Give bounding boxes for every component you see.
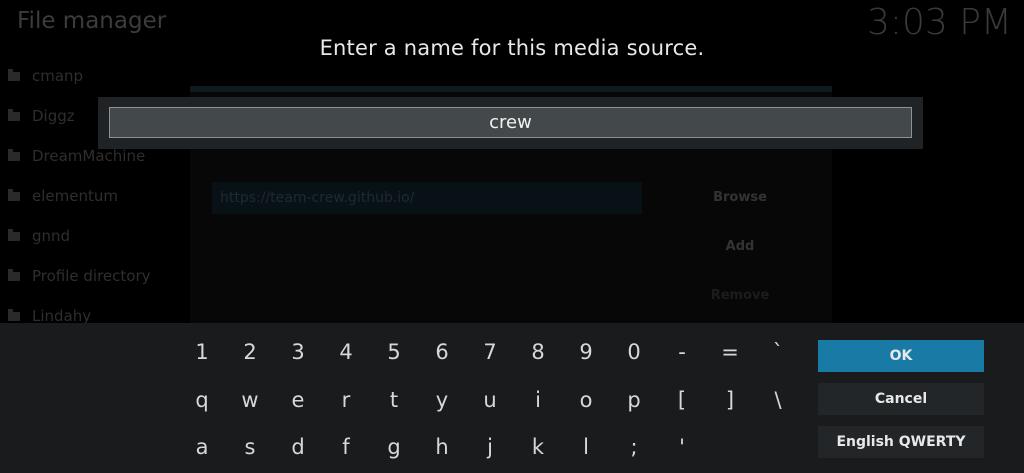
sidebar-item-label: Diggz — [32, 107, 75, 125]
key[interactable]: [ — [658, 376, 706, 424]
key[interactable]: e — [274, 376, 322, 424]
source-name-input[interactable]: crew — [109, 107, 912, 138]
key[interactable]: ` — [754, 328, 802, 376]
ok-button[interactable]: OK — [818, 340, 984, 372]
cancel-button[interactable]: Cancel — [818, 383, 984, 415]
key[interactable]: ] — [706, 376, 754, 424]
name-input-panel: crew — [98, 97, 923, 149]
key[interactable]: 4 — [322, 328, 370, 376]
sidebar-item-label: DreamMachine — [32, 147, 146, 165]
key[interactable]: a — [178, 423, 226, 471]
key[interactable]: ; — [610, 423, 658, 471]
sidebar-item[interactable]: elementum — [8, 176, 188, 216]
key[interactable]: 5 — [370, 328, 418, 376]
key-row-numbers: 1 2 3 4 5 6 7 8 9 0 - = ` — [178, 328, 802, 376]
folder-icon — [8, 308, 20, 321]
key[interactable]: 6 — [418, 328, 466, 376]
key[interactable]: o — [562, 376, 610, 424]
key[interactable]: 1 — [178, 328, 226, 376]
key[interactable]: 0 — [610, 328, 658, 376]
key[interactable]: \ — [754, 376, 802, 424]
browse-button[interactable]: Browse — [695, 190, 785, 205]
key[interactable]: l — [562, 423, 610, 471]
key[interactable]: h — [418, 423, 466, 471]
keyboard-layout-button[interactable]: English QWERTY — [818, 426, 984, 458]
folder-icon — [8, 188, 20, 201]
key[interactable]: i — [514, 376, 562, 424]
key[interactable]: k — [514, 423, 562, 471]
key[interactable]: 2 — [226, 328, 274, 376]
sidebar-item[interactable]: gnnd — [8, 216, 188, 256]
key[interactable]: 7 — [466, 328, 514, 376]
key[interactable]: j — [466, 423, 514, 471]
folder-icon — [8, 228, 20, 241]
prompt-heading: Enter a name for this media source. — [319, 36, 705, 60]
key[interactable]: s — [226, 423, 274, 471]
sidebar-item[interactable]: Profile directory — [8, 256, 188, 296]
key[interactable]: d — [274, 423, 322, 471]
source-url-field[interactable]: https://team-crew.github.io/ — [212, 182, 642, 214]
key[interactable]: w — [226, 376, 274, 424]
sidebar-item-label: elementum — [32, 187, 118, 205]
key[interactable]: 9 — [562, 328, 610, 376]
key[interactable]: t — [370, 376, 418, 424]
key[interactable]: 8 — [514, 328, 562, 376]
key[interactable]: f — [322, 423, 370, 471]
folder-icon — [8, 68, 20, 81]
sidebar-item[interactable]: cmanp — [8, 56, 188, 96]
key[interactable]: r — [322, 376, 370, 424]
key[interactable]: q — [178, 376, 226, 424]
add-button[interactable]: Add — [695, 239, 785, 254]
key-row-top-letters: q w e r t y u i o p [ ] \ — [178, 376, 802, 424]
key[interactable]: p — [610, 376, 658, 424]
key[interactable]: = — [706, 328, 754, 376]
key[interactable]: 3 — [274, 328, 322, 376]
folder-icon — [8, 148, 20, 161]
window-title: File manager — [17, 8, 167, 34]
sidebar-item-label: cmanp — [32, 67, 84, 85]
folder-icon — [8, 268, 20, 281]
key[interactable]: g — [370, 423, 418, 471]
sidebar-item-label: gnnd — [32, 227, 71, 245]
sidebar-item-label: Profile directory — [32, 267, 151, 285]
folder-icon — [8, 108, 20, 121]
on-screen-keyboard: 1 2 3 4 5 6 7 8 9 0 - = ` q w e r t y u … — [0, 323, 1024, 473]
key[interactable]: y — [418, 376, 466, 424]
key[interactable]: ' — [658, 423, 706, 471]
key[interactable]: - — [658, 328, 706, 376]
remove-button[interactable]: Remove — [695, 288, 785, 303]
key[interactable]: u — [466, 376, 514, 424]
key-row-home-letters: a s d f g h j k l ; ' — [178, 423, 706, 471]
